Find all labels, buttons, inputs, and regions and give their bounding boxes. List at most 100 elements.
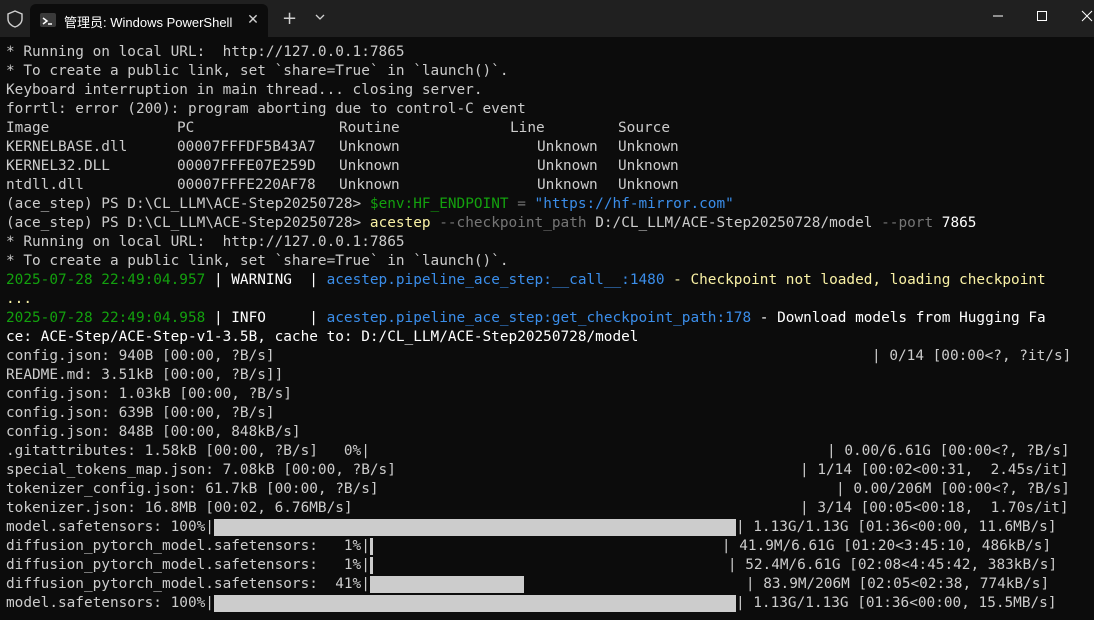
log-level: | INFO | xyxy=(205,310,327,326)
header-image: Image xyxy=(6,120,50,136)
download-left: config.json: 940B [00:00, ?B/s] xyxy=(6,348,275,364)
download-left: special_tokens_map.json: 7.08kB [00:00, … xyxy=(6,462,396,478)
log-line: 2025-07-28 22:49:04.958 | INFO | acestep… xyxy=(6,309,1092,328)
table-row: KERNELBASE.dll 00007FFFDF5B43A7 Unknown … xyxy=(6,138,1092,157)
terminal-output[interactable]: * Running on local URL: http://127.0.0.1… xyxy=(6,43,1092,618)
prompt: (ace_step) PS D:\CL_LLM\ACE-Step20250728… xyxy=(6,215,362,231)
cell-routine: Unknown xyxy=(339,139,400,155)
download-left: .gitattributes: 1.58kB [00:00, ?B/s] 0%| xyxy=(6,443,370,459)
download-line: tokenizer.json: 16.8MB [00:02, 6.76MB/s]… xyxy=(6,499,1092,518)
log-lineno: 178 xyxy=(725,310,752,326)
download-line: config.json: 639B [00:00, ?B/s] xyxy=(6,404,1092,423)
cell-pc: 00007FFFE07E259D xyxy=(177,158,316,174)
header-pc: PC xyxy=(177,120,195,136)
header-line: Line xyxy=(510,120,545,136)
progress-label: diffusion_pytorch_model.safetensors: 1%| xyxy=(6,557,370,573)
table-header: Image PC Routine Line Source xyxy=(6,119,1092,138)
progress-line: diffusion_pytorch_model.safetensors: 1%|… xyxy=(6,556,1092,575)
output-line: * Running on local URL: http://127.0.0.1… xyxy=(6,234,405,250)
cell-image: KERNELBASE.dll xyxy=(6,139,128,155)
download-right: | 0/14 [00:00<?, ?it/s] xyxy=(872,348,1072,364)
string-value: "https://hf-mirror.com" xyxy=(534,196,734,212)
output-line: forrtl: error (200): program aborting du… xyxy=(6,101,526,117)
progress-bar xyxy=(369,575,525,593)
download-line: special_tokens_map.json: 7.08kB [00:00, … xyxy=(6,461,1092,480)
tab-title: 管理员: Windows PowerShell xyxy=(64,15,233,30)
argument: 7865 xyxy=(941,215,977,231)
progress-bar xyxy=(369,537,374,555)
cell-pc: 00007FFFDF5B43A7 xyxy=(177,139,316,155)
close-tab-icon[interactable]: ✕ xyxy=(244,11,262,29)
command-line: (ace_step) PS D:\CL_LLM\ACE-Step20250728… xyxy=(6,195,1092,214)
progress-stats: | 1.13G/1.13G [01:36<00:00, 11.6MB/s] xyxy=(735,519,1057,535)
argument: D:/CL_LLM/ACE-Step20250728/model xyxy=(595,215,873,231)
progress-line: model.safetensors: 100%| | 1.13G/1.13G [0… xyxy=(6,594,1092,613)
command-name: acestep xyxy=(369,215,431,231)
download-left: config.json: 1.03kB [00:00, ?B/s] xyxy=(6,386,292,402)
progress-label: diffusion_pytorch_model.safetensors: 1%| xyxy=(6,538,370,554)
log-function: :__call__: xyxy=(543,272,630,288)
cell-image: KERNEL32.DLL xyxy=(6,158,110,174)
minimize-icon[interactable] xyxy=(988,8,1008,24)
cell-line: Unknown xyxy=(537,139,598,155)
download-right: | 0.00/6.61G [00:00<?, ?B/s] xyxy=(827,443,1070,459)
download-left: config.json: 639B [00:00, ?B/s] xyxy=(6,405,275,421)
download-line: .gitattributes: 1.58kB [00:00, ?B/s] 0%|… xyxy=(6,442,1092,461)
download-right: | 0.00/206M [00:00<?, ?B/s] xyxy=(836,481,1070,497)
log-function: :get_checkpoint_path: xyxy=(543,310,726,326)
log-lineno: 1480 xyxy=(629,272,665,288)
progress-bar xyxy=(369,556,374,574)
prompt: (ace_step) PS D:\CL_LLM\ACE-Step20250728… xyxy=(6,196,362,212)
progress-stats: | 83.9M/206M [02:05<02:38, 774kB/s] xyxy=(745,576,1050,592)
header-routine: Routine xyxy=(339,120,400,136)
cell-routine: Unknown xyxy=(339,177,400,193)
operator: = xyxy=(508,196,535,212)
new-tab-button[interactable]: + xyxy=(282,8,297,29)
log-timestamp: 2025-07-28 22:49:04.958 xyxy=(6,310,206,326)
log-level: | WARNING | xyxy=(205,272,327,288)
cell-source: Unknown xyxy=(618,158,679,174)
log-module: acestep.pipeline_ace_step xyxy=(326,310,544,326)
progress-stats: | 1.13G/1.13G [01:36<00:00, 15.5MB/s] xyxy=(735,595,1057,611)
tab-powershell[interactable]: 管理员: Windows PowerShell ✕ xyxy=(30,4,268,37)
progress-label: model.safetensors: 100%| xyxy=(6,519,214,535)
log-continuation: ce: ACE-Step/ACE-Step-v1-3.5B, cache to:… xyxy=(6,329,639,345)
cell-pc: 00007FFFE220AF78 xyxy=(177,177,316,193)
log-message: - Checkpoint not loaded, loading checkpo… xyxy=(664,272,1046,288)
progress-stats: | 41.9M/6.61G [01:20<3:45:10, 486kB/s] xyxy=(721,538,1052,554)
log-continuation: ... xyxy=(6,291,32,307)
progress-stats: | 52.4M/6.61G [02:08<4:45:42, 383kB/s] xyxy=(727,557,1058,573)
log-message: - Download models from Hugging Fa xyxy=(751,310,1046,326)
output-line: * Running on local URL: http://127.0.0.1… xyxy=(6,44,405,60)
log-timestamp: 2025-07-28 22:49:04.957 xyxy=(6,272,206,288)
progress-line: diffusion_pytorch_model.safetensors: 41%… xyxy=(6,575,1092,594)
download-left: README.md: 3.51kB [00:00, ?B/s]] xyxy=(6,367,284,383)
cell-image: ntdll.dll xyxy=(6,177,84,193)
cell-source: Unknown xyxy=(618,177,679,193)
close-window-icon[interactable] xyxy=(1077,8,1094,24)
log-line: 2025-07-28 22:49:04.957 | WARNING | aces… xyxy=(6,271,1092,290)
powershell-icon xyxy=(40,13,56,27)
cell-routine: Unknown xyxy=(339,158,400,174)
output-line: * To create a public link, set `share=Tr… xyxy=(6,63,509,79)
progress-bar xyxy=(213,518,736,536)
progress-line: diffusion_pytorch_model.safetensors: 1%|… xyxy=(6,537,1092,556)
chevron-down-icon[interactable] xyxy=(313,10,327,24)
shield-icon xyxy=(7,10,23,28)
progress-label: diffusion_pytorch_model.safetensors: 41%… xyxy=(6,576,370,592)
download-line: tokenizer_config.json: 61.7kB [00:00, ?B… xyxy=(6,480,1092,499)
progress-line: model.safetensors: 100%| | 1.13G/1.13G [0… xyxy=(6,518,1092,537)
progress-bar xyxy=(213,594,736,612)
parameter: --checkpoint_path xyxy=(439,215,587,231)
maximize-icon[interactable] xyxy=(1032,8,1052,24)
download-line: config.json: 1.03kB [00:00, ?B/s] xyxy=(6,385,1092,404)
download-line: config.json: 940B [00:00, ?B/s] | 0/14 [0… xyxy=(6,347,1092,366)
title-bar: 管理员: Windows PowerShell ✕ + xyxy=(0,0,1094,37)
output-line: * To create a public link, set `share=Tr… xyxy=(6,253,509,269)
cell-source: Unknown xyxy=(618,139,679,155)
parameter: --port xyxy=(881,215,934,231)
table-row: KERNEL32.DLL 00007FFFE07E259D Unknown Un… xyxy=(6,157,1092,176)
output-line: Keyboard interruption in main thread... … xyxy=(6,82,483,98)
command-line: (ace_step) PS D:\CL_LLM\ACE-Step20250728… xyxy=(6,214,1092,233)
cell-line: Unknown xyxy=(537,158,598,174)
